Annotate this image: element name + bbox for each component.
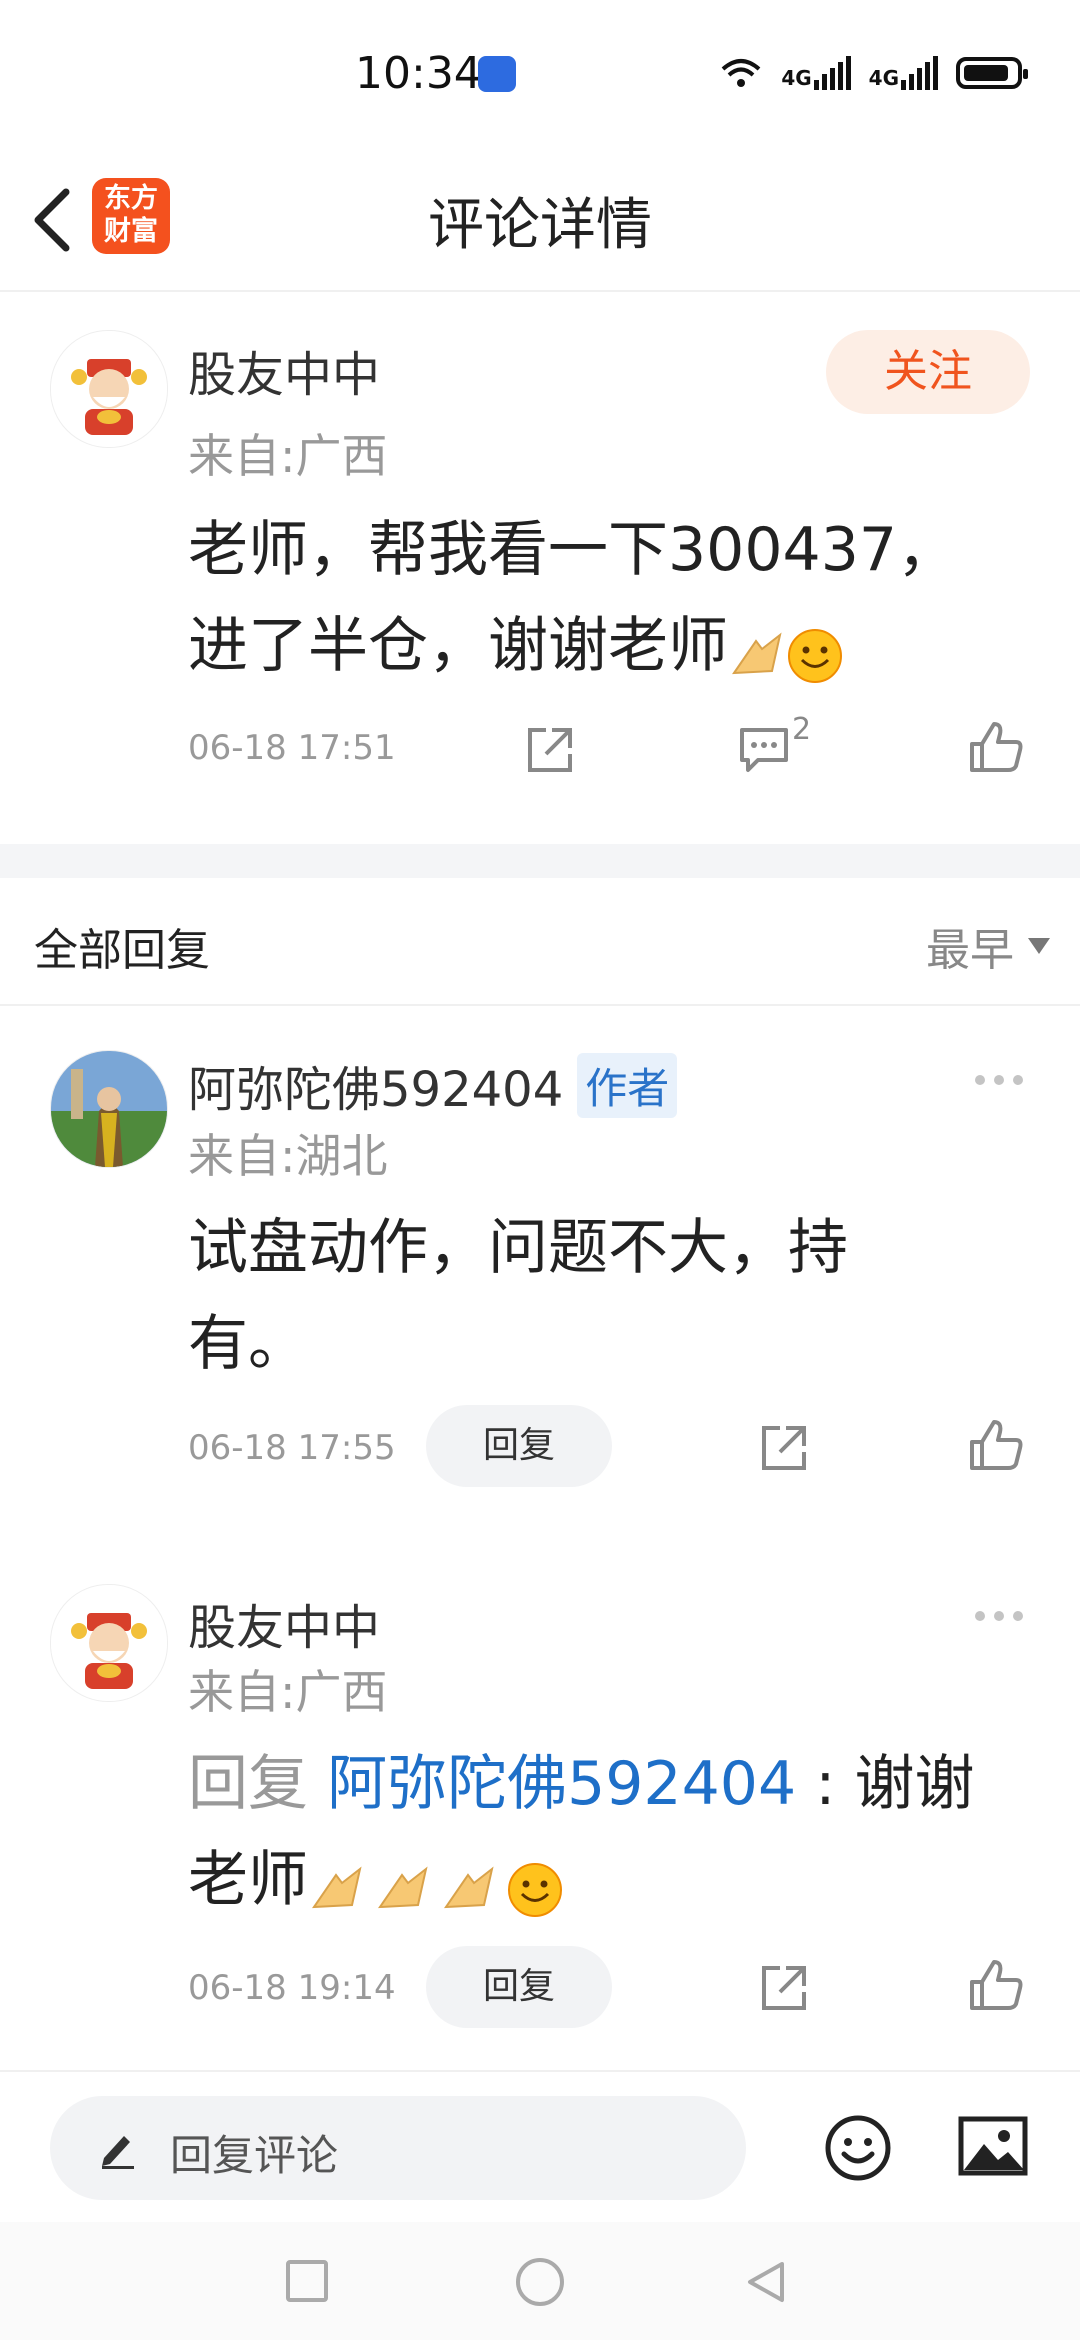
comment-count: 2	[792, 712, 812, 747]
input-bar: 回复评论	[0, 2070, 1080, 2222]
image-icon	[958, 2116, 1028, 2176]
network-label: 4G	[781, 66, 812, 90]
share-icon	[528, 728, 572, 772]
comment-button[interactable]	[736, 720, 796, 776]
dropdown-triangle-icon	[1028, 938, 1050, 954]
post-time: 06-18 17:51	[188, 728, 396, 768]
avatar[interactable]	[50, 1050, 168, 1168]
reply-content-line: 老师	[188, 1845, 308, 1915]
emoji-button[interactable]	[824, 2114, 892, 2182]
reply-content-line: 试盘动作，问题不大，持	[188, 1213, 848, 1283]
more-dot-icon	[994, 1611, 1004, 1621]
comment-icon	[740, 728, 788, 772]
share-button[interactable]	[522, 722, 578, 778]
reply-button[interactable]: 回复	[426, 1946, 612, 2028]
reply-username[interactable]: 股友中中	[188, 1588, 380, 1658]
more-dot-icon	[994, 1075, 1004, 1085]
status-time: 10:34	[355, 48, 482, 99]
like-button[interactable]	[966, 1956, 1026, 2016]
status-indicators: 4G 4G	[719, 55, 1028, 91]
home-icon[interactable]	[516, 2258, 564, 2306]
replies-title: 全部回复	[34, 925, 210, 976]
more-dot-icon	[1013, 1075, 1023, 1085]
sort-label: 最早	[926, 925, 1014, 976]
smiley-face-icon	[825, 2115, 891, 2181]
avatar[interactable]	[50, 330, 168, 448]
app-logo[interactable]: 东方 财富	[92, 178, 170, 254]
avatar[interactable]	[50, 1584, 168, 1702]
more-options-button[interactable]	[975, 1070, 1031, 1090]
replies-header: 全部回复 最早	[0, 878, 1080, 1006]
edit-pencil-icon	[102, 2136, 134, 2169]
more-dot-icon	[975, 1075, 985, 1085]
praying-hands-emoji-icon	[374, 1851, 440, 1909]
thumbs-up-icon	[970, 1960, 1023, 2010]
recent-apps-icon[interactable]	[286, 2260, 328, 2302]
post-username[interactable]: 股友中中	[188, 335, 380, 405]
avatar-image	[51, 331, 167, 447]
mention-link[interactable]: 阿弥陀佛592404	[327, 1749, 796, 1819]
nav-bar: 评论详情 东方 财富	[0, 140, 1080, 292]
reply-location: 来自:广西	[188, 1665, 388, 1719]
network-label: 4G	[868, 66, 899, 90]
like-button[interactable]	[966, 1416, 1026, 1476]
praying-hands-emoji-icon	[440, 1851, 506, 1909]
author-badge: 作者	[577, 1052, 678, 1118]
reply-input[interactable]: 回复评论	[50, 2096, 746, 2200]
reply-location: 来自:湖北	[188, 1129, 388, 1183]
thumbs-up-icon	[970, 722, 1023, 772]
reply-content-line: 有。	[188, 1309, 308, 1379]
logo-text: 东方	[104, 183, 158, 214]
app-notification-icon	[478, 56, 516, 92]
reply-content-line: : 谢谢	[796, 1749, 975, 1819]
back-button[interactable]	[22, 180, 82, 260]
back-triangle-icon[interactable]	[742, 2258, 790, 2306]
post-content-line: 老师，帮我看一下300437，	[188, 515, 958, 585]
reply-time: 06-18 19:14	[188, 1968, 396, 2008]
section-divider	[0, 844, 1080, 878]
thumbs-up-icon	[970, 1420, 1023, 1470]
reply-header: 阿弥陀佛592404 作者	[188, 1050, 678, 1120]
wifi-icon	[721, 59, 761, 87]
signal-icon	[901, 56, 938, 90]
post-content-line: 进了半仓，谢谢老师	[188, 611, 728, 681]
share-button[interactable]	[756, 1960, 812, 2016]
avatar-image	[51, 1051, 167, 1167]
praying-hands-emoji-icon	[728, 617, 786, 675]
reply-username[interactable]: 阿弥陀佛592404	[188, 1050, 563, 1120]
reply-content: 回复 阿弥陀佛592404 : 谢谢 老师	[188, 1736, 974, 1928]
sort-select[interactable]: 最早	[926, 914, 1050, 978]
system-navigation-bar	[0, 2222, 1080, 2340]
reply-time: 06-18 17:55	[188, 1428, 396, 1468]
battery-icon	[956, 57, 1028, 89]
reply-content: 试盘动作，问题不大，持 有。	[188, 1200, 848, 1392]
avatar-image	[51, 1585, 167, 1701]
follow-button[interactable]: 关注	[826, 330, 1030, 414]
share-icon	[762, 1966, 806, 2010]
smile-emoji-icon	[506, 1851, 564, 1917]
more-dot-icon	[1013, 1611, 1023, 1621]
share-button[interactable]	[756, 1420, 812, 1476]
more-dot-icon	[975, 1611, 985, 1621]
image-button[interactable]	[958, 2114, 1028, 2178]
back-arrow-icon	[34, 188, 70, 252]
praying-hands-emoji-icon	[308, 1851, 374, 1909]
post-content: 老师，帮我看一下300437， 进了半仓，谢谢老师	[188, 502, 957, 694]
smile-emoji-icon	[786, 617, 844, 683]
like-button[interactable]	[966, 718, 1026, 778]
post-location: 来自:广西	[188, 429, 388, 483]
status-bar: 10:34 4G 4G	[0, 0, 1080, 140]
reply-prefix: 回复	[188, 1749, 328, 1819]
logo-text: 财富	[104, 216, 158, 247]
reply-button[interactable]: 回复	[426, 1405, 612, 1487]
reply-input-placeholder: 回复评论	[170, 2131, 339, 2180]
share-icon	[762, 1426, 806, 1470]
more-options-button[interactable]	[975, 1606, 1031, 1626]
signal-icon	[813, 56, 851, 90]
